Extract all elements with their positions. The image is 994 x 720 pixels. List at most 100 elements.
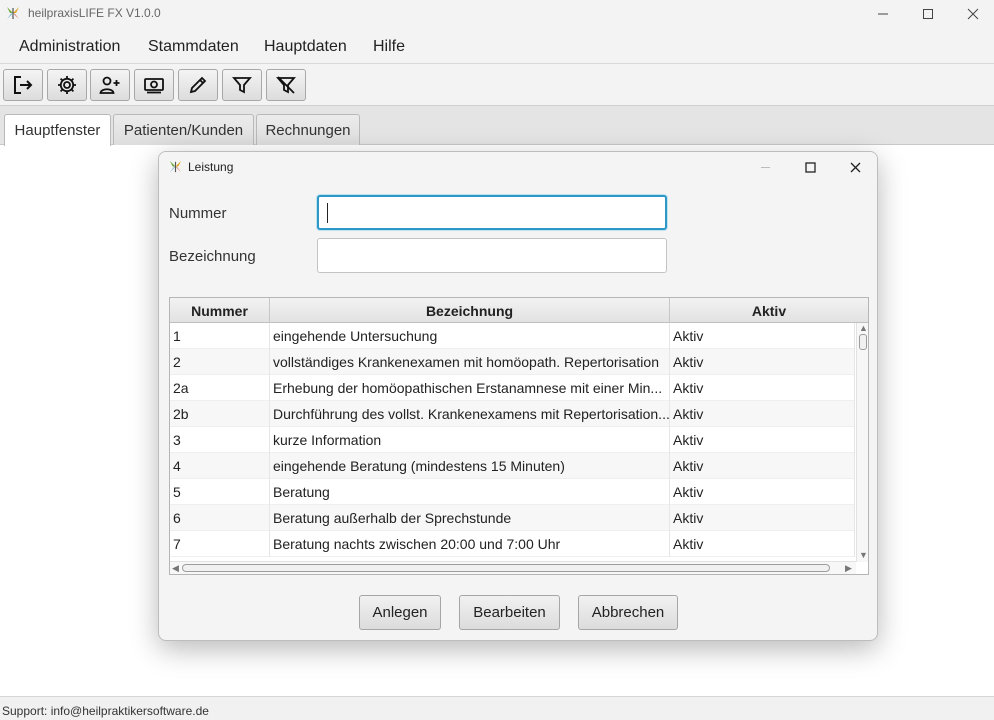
maximize-icon bbox=[804, 161, 816, 173]
dialog-close-button[interactable] bbox=[832, 152, 877, 182]
close-icon bbox=[967, 8, 979, 20]
scroll-right-arrow-icon[interactable]: ▶ bbox=[845, 564, 852, 573]
minimize-icon bbox=[878, 13, 888, 15]
anlegen-button[interactable]: Anlegen bbox=[359, 595, 441, 630]
cell-nummer: 1 bbox=[170, 323, 270, 349]
table-row[interactable]: 4 eingehende Beratung (mindestens 15 Minu… bbox=[170, 453, 855, 479]
maximize-button[interactable] bbox=[905, 0, 951, 28]
settings-button[interactable] bbox=[47, 69, 87, 101]
menu-hauptdaten[interactable]: Hauptdaten bbox=[264, 38, 347, 56]
cell-nummer: 4 bbox=[170, 453, 270, 479]
leistungen-table: Nummer Bezeichnung Aktiv 1 eingehende Unt… bbox=[169, 297, 869, 575]
table-row[interactable]: 3 kurze Information Aktiv bbox=[170, 427, 855, 453]
app-title: heilpraxisLIFE FX V1.0.0 bbox=[28, 6, 161, 20]
scroll-left-arrow-icon[interactable]: ◀ bbox=[172, 564, 179, 573]
cell-aktiv: Aktiv bbox=[670, 479, 855, 505]
logout-icon bbox=[14, 76, 33, 94]
toolbar bbox=[0, 64, 994, 106]
vertical-scroll-thumb[interactable] bbox=[859, 334, 867, 350]
filter-button[interactable] bbox=[222, 69, 262, 101]
dialog-maximize-button[interactable] bbox=[787, 152, 833, 182]
table-row[interactable]: 1 eingehende Untersuchung Aktiv bbox=[170, 323, 855, 349]
cell-nummer: 3 bbox=[170, 427, 270, 453]
menu-administration[interactable]: Administration bbox=[19, 38, 120, 56]
cell-nummer: 6 bbox=[170, 505, 270, 531]
clear-filter-icon bbox=[276, 76, 296, 94]
table-header: Nummer Bezeichnung Aktiv bbox=[170, 298, 868, 323]
dialog-title: Leistung bbox=[188, 160, 234, 174]
cell-nummer: 5 bbox=[170, 479, 270, 505]
nummer-label: Nummer bbox=[169, 205, 227, 222]
menu-stammdaten[interactable]: Stammdaten bbox=[148, 38, 239, 56]
dialog-minimize-button[interactable] bbox=[742, 152, 788, 182]
bezeichnung-label: Bezeichnung bbox=[169, 248, 256, 265]
tab-bar: Hauptfenster Patienten/Kunden Rechnungen bbox=[0, 106, 994, 146]
money-button[interactable] bbox=[134, 69, 174, 101]
tab-rechnungen[interactable]: Rechnungen bbox=[256, 114, 360, 145]
cell-bezeichnung: Beratung nachts zwischen 20:00 und 7:00 … bbox=[270, 531, 670, 557]
dialog-title-bar: Leistung bbox=[159, 152, 877, 182]
cell-nummer: 2 bbox=[170, 349, 270, 375]
table-row[interactable]: 2a Erhebung der homöopathischen Erstanamn… bbox=[170, 375, 855, 401]
app-title-bar: heilpraxisLIFE FX V1.0.0 bbox=[0, 0, 994, 28]
close-button[interactable] bbox=[950, 0, 994, 28]
add-user-icon bbox=[99, 76, 120, 94]
column-header-bezeichnung[interactable]: Bezeichnung bbox=[270, 298, 670, 323]
table-row[interactable]: 7 Beratung nachts zwischen 20:00 und 7:00… bbox=[170, 531, 855, 557]
vertical-scrollbar[interactable]: ▲ ▼ bbox=[856, 323, 868, 562]
cell-nummer: 7 bbox=[170, 531, 270, 557]
table-row[interactable]: 2b Durchführung des vollst. Krankenexamen… bbox=[170, 401, 855, 427]
edit-button[interactable] bbox=[178, 69, 218, 101]
settings-gear-icon bbox=[58, 76, 76, 94]
filter-icon bbox=[232, 77, 252, 94]
cell-aktiv: Aktiv bbox=[670, 505, 855, 531]
scroll-up-arrow-icon[interactable]: ▲ bbox=[859, 324, 868, 333]
cell-aktiv: Aktiv bbox=[670, 375, 855, 401]
cell-aktiv: Aktiv bbox=[670, 453, 855, 479]
tab-hauptfenster[interactable]: Hauptfenster bbox=[4, 114, 111, 146]
cell-bezeichnung: kurze Information bbox=[270, 427, 670, 453]
status-bar: Support: info@heilpraktikersoftware.de bbox=[0, 696, 994, 720]
cell-bezeichnung: Durchführung des vollst. Krankenexamens … bbox=[270, 401, 670, 427]
tab-patienten-kunden[interactable]: Patienten/Kunden bbox=[113, 114, 254, 145]
menu-bar: Administration Stammdaten Hauptdaten Hil… bbox=[0, 28, 994, 64]
cell-nummer: 2b bbox=[170, 401, 270, 427]
nummer-input[interactable] bbox=[317, 195, 667, 230]
table-row[interactable]: 2 vollständiges Krankenexamen mit homöopa… bbox=[170, 349, 855, 375]
cell-aktiv: Aktiv bbox=[670, 323, 855, 349]
text-caret bbox=[327, 203, 328, 223]
support-email-text: Support: info@heilpraktikersoftware.de bbox=[2, 704, 209, 718]
bezeichnung-input[interactable] bbox=[317, 238, 667, 273]
scroll-down-arrow-icon[interactable]: ▼ bbox=[859, 551, 868, 560]
minimize-icon bbox=[760, 166, 770, 168]
clear-filter-button[interactable] bbox=[266, 69, 306, 101]
bearbeiten-button[interactable]: Bearbeiten bbox=[459, 595, 560, 630]
add-user-button[interactable] bbox=[90, 69, 130, 101]
butterfly-logo-icon bbox=[169, 160, 182, 173]
table-row[interactable]: 5 Beratung Aktiv bbox=[170, 479, 855, 505]
abbrechen-button[interactable]: Abbrechen bbox=[578, 595, 678, 630]
leistung-dialog: Leistung Nummer Bezeichnung Nummer Bezei… bbox=[158, 151, 878, 641]
cell-nummer: 2a bbox=[170, 375, 270, 401]
cell-aktiv: Aktiv bbox=[670, 427, 855, 453]
cell-aktiv: Aktiv bbox=[670, 531, 855, 557]
cell-aktiv: Aktiv bbox=[670, 349, 855, 375]
maximize-icon bbox=[923, 9, 933, 19]
menu-hilfe[interactable]: Hilfe bbox=[373, 38, 405, 56]
logout-button[interactable] bbox=[3, 69, 43, 101]
cell-bezeichnung: Beratung außerhalb der Sprechstunde bbox=[270, 505, 670, 531]
horizontal-scroll-thumb[interactable] bbox=[182, 564, 830, 572]
cell-bezeichnung: Beratung bbox=[270, 479, 670, 505]
edit-pencil-icon bbox=[189, 76, 207, 94]
butterfly-logo-icon bbox=[7, 7, 19, 19]
column-header-nummer[interactable]: Nummer bbox=[170, 298, 270, 323]
cell-bezeichnung: vollständiges Krankenexamen mit homöopat… bbox=[270, 349, 670, 375]
column-header-aktiv[interactable]: Aktiv bbox=[670, 298, 868, 323]
money-icon bbox=[144, 78, 164, 94]
table-row[interactable]: 6 Beratung außerhalb der Sprechstunde Akti… bbox=[170, 505, 855, 531]
horizontal-scrollbar[interactable]: ◀ ▶ bbox=[170, 561, 856, 574]
close-icon bbox=[850, 162, 860, 172]
cell-bezeichnung: eingehende Untersuchung bbox=[270, 323, 670, 349]
minimize-button[interactable] bbox=[860, 0, 906, 28]
cell-bezeichnung: Erhebung der homöopathischen Erstanamnes… bbox=[270, 375, 670, 401]
